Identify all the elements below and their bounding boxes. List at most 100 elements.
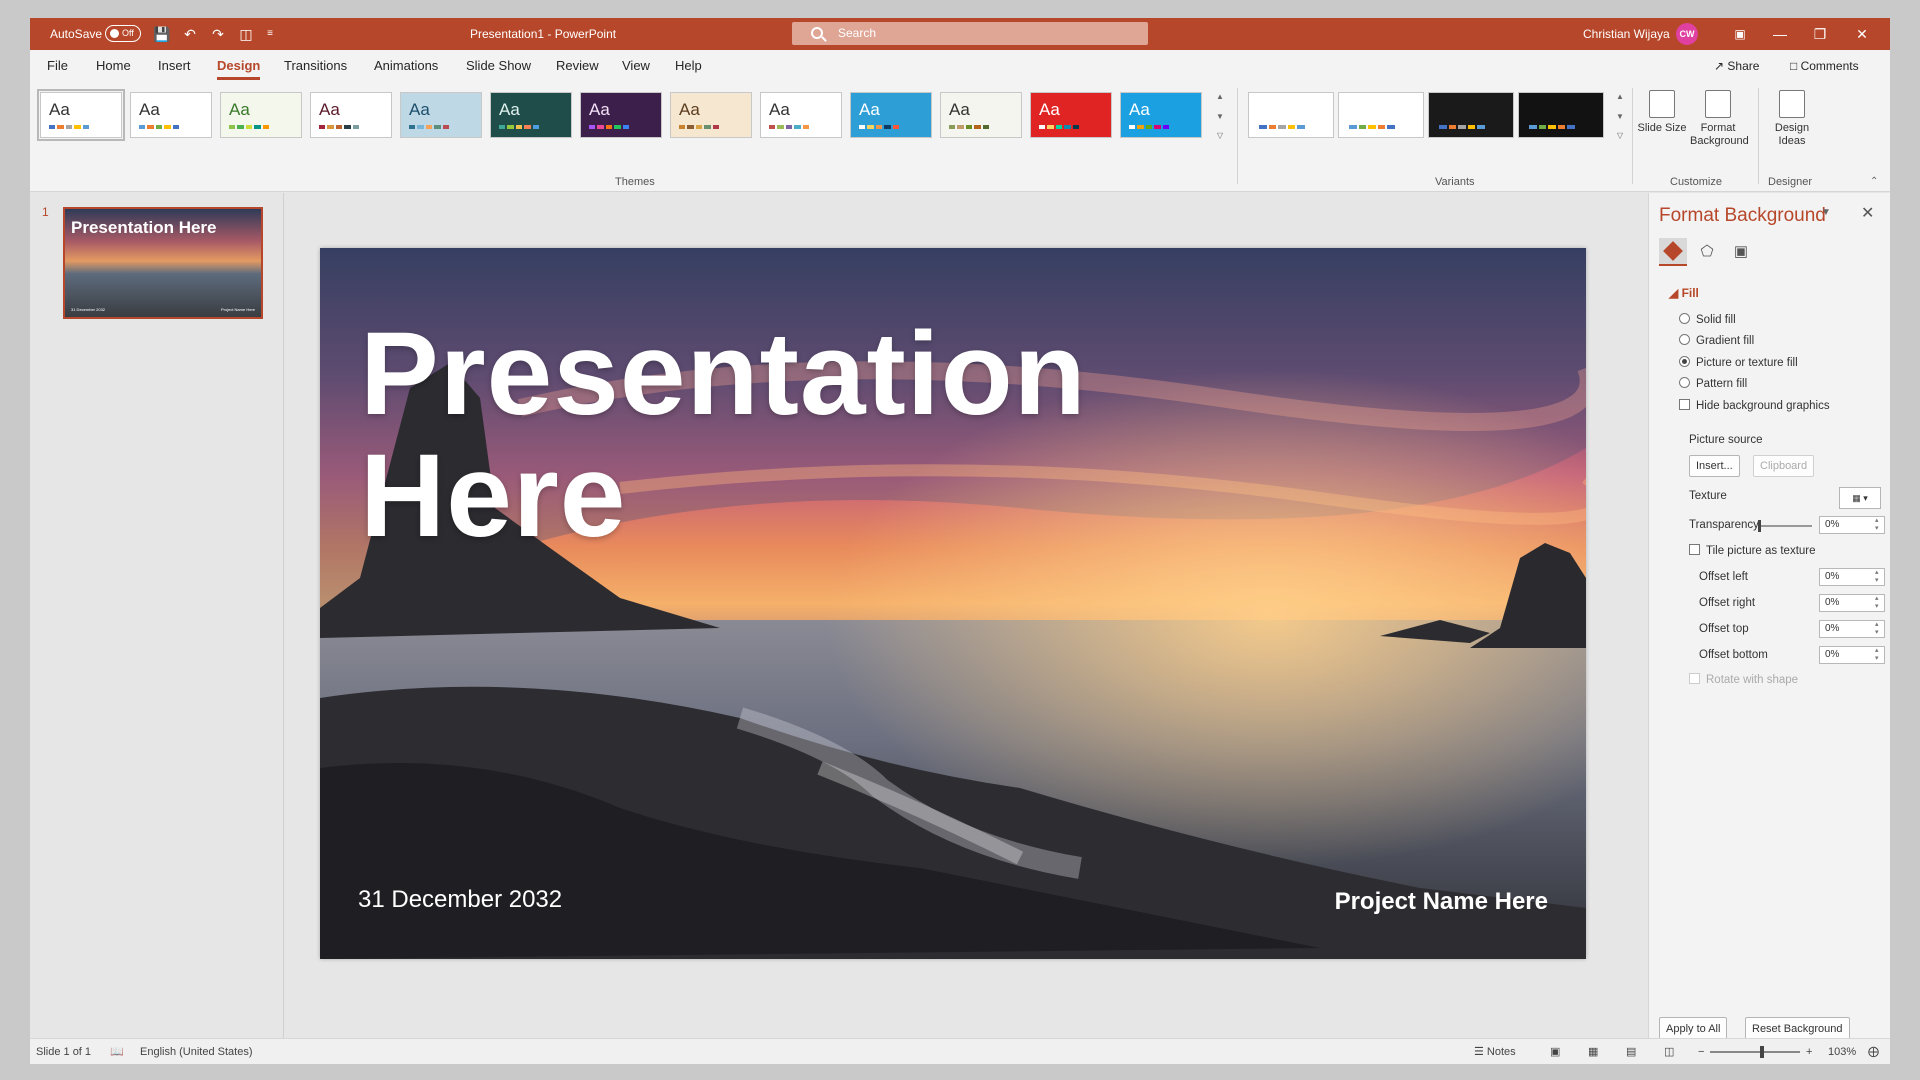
- zoom-slider[interactable]: [1710, 1051, 1800, 1053]
- slide-project-name[interactable]: Project Name Here: [1335, 888, 1548, 916]
- radio-button[interactable]: [1679, 313, 1690, 324]
- clipboard-button[interactable]: Clipboard: [1753, 455, 1815, 477]
- normal-view-icon[interactable]: ▣: [1550, 1039, 1560, 1064]
- theme-thumbnail[interactable]: Aa: [310, 92, 392, 138]
- zoom-slider-thumb[interactable]: [1760, 1046, 1764, 1058]
- theme-thumbnail[interactable]: Aa: [490, 92, 572, 138]
- minimize-icon[interactable]: —: [1760, 18, 1800, 50]
- offset-right-spinner[interactable]: 0%: [1819, 594, 1885, 612]
- variant-thumbnail[interactable]: [1428, 92, 1514, 138]
- tab-file[interactable]: File: [47, 50, 68, 82]
- restore-icon[interactable]: ❐: [1800, 18, 1840, 50]
- tab-slide-show[interactable]: Slide Show: [466, 50, 531, 82]
- insert-picture-button[interactable]: Insert...: [1689, 455, 1740, 477]
- variant-color-swatches: [1259, 125, 1305, 129]
- tab-transitions[interactable]: Transitions: [284, 50, 347, 82]
- theme-thumbnail[interactable]: Aa: [1120, 92, 1202, 138]
- reading-view-icon[interactable]: ▤: [1626, 1039, 1636, 1064]
- transparency-spinner[interactable]: 0%: [1819, 516, 1885, 534]
- zoom-level[interactable]: 103%: [1828, 1039, 1856, 1064]
- variant-thumbnail[interactable]: [1338, 92, 1424, 138]
- gradient-fill-radio[interactable]: Gradient fill: [1679, 333, 1754, 349]
- tab-home[interactable]: Home: [96, 50, 131, 82]
- radio-button[interactable]: [1679, 334, 1690, 345]
- comments-button[interactable]: □ Comments: [1782, 54, 1867, 78]
- slideshow-view-icon[interactable]: ◫: [1664, 1039, 1674, 1064]
- save-icon[interactable]: 💾: [152, 24, 172, 44]
- offset-top-spinner[interactable]: 0%: [1819, 620, 1885, 638]
- checkbox[interactable]: [1689, 673, 1700, 684]
- transparency-slider[interactable]: [1758, 525, 1812, 527]
- radio-button-checked[interactable]: [1679, 356, 1690, 367]
- design-ideas-button[interactable]: Design Ideas: [1764, 88, 1820, 148]
- theme-thumbnail[interactable]: Aa: [130, 92, 212, 138]
- picture-tab[interactable]: ▣: [1727, 238, 1755, 266]
- hide-graphics-checkbox[interactable]: Hide background graphics: [1679, 398, 1830, 414]
- radio-button[interactable]: [1679, 377, 1690, 388]
- avatar[interactable]: CW: [1676, 23, 1698, 45]
- theme-thumbnail[interactable]: Aa: [670, 92, 752, 138]
- close-icon[interactable]: ✕: [1861, 203, 1874, 223]
- effects-tab[interactable]: ⬠: [1693, 238, 1721, 266]
- slide[interactable]: Presentation Here 31 December 2032 Proje…: [320, 248, 1586, 959]
- variant-thumbnail[interactable]: [1518, 92, 1604, 138]
- slide-thumbnail[interactable]: Presentation Here 31 December 2032 Proje…: [63, 207, 263, 319]
- color-swatch: [589, 125, 596, 129]
- share-button[interactable]: ↗ Share: [1706, 54, 1767, 78]
- slide-date[interactable]: 31 December 2032: [358, 886, 562, 914]
- offset-left-spinner[interactable]: 0%: [1819, 568, 1885, 586]
- tile-texture-checkbox[interactable]: Tile picture as texture: [1689, 543, 1816, 559]
- checkbox[interactable]: [1679, 399, 1690, 410]
- tab-view[interactable]: View: [622, 50, 650, 82]
- picture-fill-radio[interactable]: Picture or texture fill: [1679, 355, 1798, 371]
- redo-icon[interactable]: ↷: [208, 24, 228, 44]
- zoom-in-icon[interactable]: +: [1806, 1039, 1812, 1064]
- rotate-with-shape-checkbox[interactable]: Rotate with shape: [1689, 672, 1798, 688]
- pane-options-icon[interactable]: ▼: [1821, 207, 1831, 218]
- variant-thumbnail[interactable]: [1248, 92, 1334, 138]
- offset-bottom-spinner[interactable]: 0%: [1819, 646, 1885, 664]
- theme-thumbnail[interactable]: Aa: [220, 92, 302, 138]
- theme-thumbnail[interactable]: Aa: [1030, 92, 1112, 138]
- search-input[interactable]: Search: [792, 22, 1148, 45]
- slide-title[interactable]: Presentation Here: [360, 313, 1260, 557]
- theme-thumbnail[interactable]: Aa: [37, 89, 125, 141]
- user-name[interactable]: Christian Wijaya: [1583, 27, 1670, 41]
- tab-help[interactable]: Help: [675, 50, 702, 82]
- checkbox[interactable]: [1689, 544, 1700, 555]
- start-slideshow-icon[interactable]: ◫: [236, 24, 256, 44]
- slide-sorter-icon[interactable]: ▦: [1588, 1039, 1598, 1064]
- theme-thumbnail[interactable]: Aa: [400, 92, 482, 138]
- themes-gallery-scroll[interactable]: ▲ ▼ ▽: [1214, 92, 1226, 140]
- tab-insert[interactable]: Insert: [158, 50, 191, 82]
- transparency-slider-thumb[interactable]: [1758, 520, 1761, 532]
- autosave-toggle[interactable]: Off: [105, 25, 141, 42]
- theme-color-swatches: [139, 125, 180, 129]
- accessibility-icon[interactable]: 📖: [110, 1039, 124, 1064]
- tab-design[interactable]: Design: [217, 50, 261, 82]
- collapse-ribbon-icon[interactable]: ⌃: [1870, 176, 1878, 187]
- color-swatch: [1287, 125, 1296, 129]
- close-icon[interactable]: ✕: [1842, 18, 1882, 50]
- theme-thumbnail[interactable]: Aa: [580, 92, 662, 138]
- theme-thumbnail[interactable]: Aa: [940, 92, 1022, 138]
- variants-gallery-scroll[interactable]: ▲ ▼ ▽: [1614, 92, 1626, 140]
- fill-tab[interactable]: [1659, 238, 1687, 266]
- format-background-button[interactable]: Format Background: [1690, 88, 1749, 148]
- ribbon-display-icon[interactable]: ▣: [1720, 18, 1760, 50]
- theme-thumbnail[interactable]: Aa: [850, 92, 932, 138]
- tab-review[interactable]: Review: [556, 50, 599, 82]
- slide-size-button[interactable]: Slide Size: [1634, 88, 1690, 135]
- undo-icon[interactable]: ↶: [180, 24, 200, 44]
- fill-section-header[interactable]: ◢ Fill: [1669, 286, 1699, 300]
- customize-qat-icon[interactable]: ≡: [260, 24, 280, 44]
- solid-fill-radio[interactable]: Solid fill: [1679, 312, 1736, 328]
- texture-dropdown[interactable]: ▦ ▾: [1839, 487, 1881, 509]
- language-indicator[interactable]: English (United States): [140, 1039, 253, 1064]
- tab-animations[interactable]: Animations: [374, 50, 438, 82]
- pattern-fill-radio[interactable]: Pattern fill: [1679, 376, 1747, 392]
- zoom-out-icon[interactable]: −: [1698, 1039, 1704, 1064]
- theme-thumbnail[interactable]: Aa: [760, 92, 842, 138]
- fit-to-window-icon[interactable]: ⨁: [1868, 1039, 1879, 1064]
- notes-button[interactable]: ☰ Notes: [1474, 1039, 1516, 1064]
